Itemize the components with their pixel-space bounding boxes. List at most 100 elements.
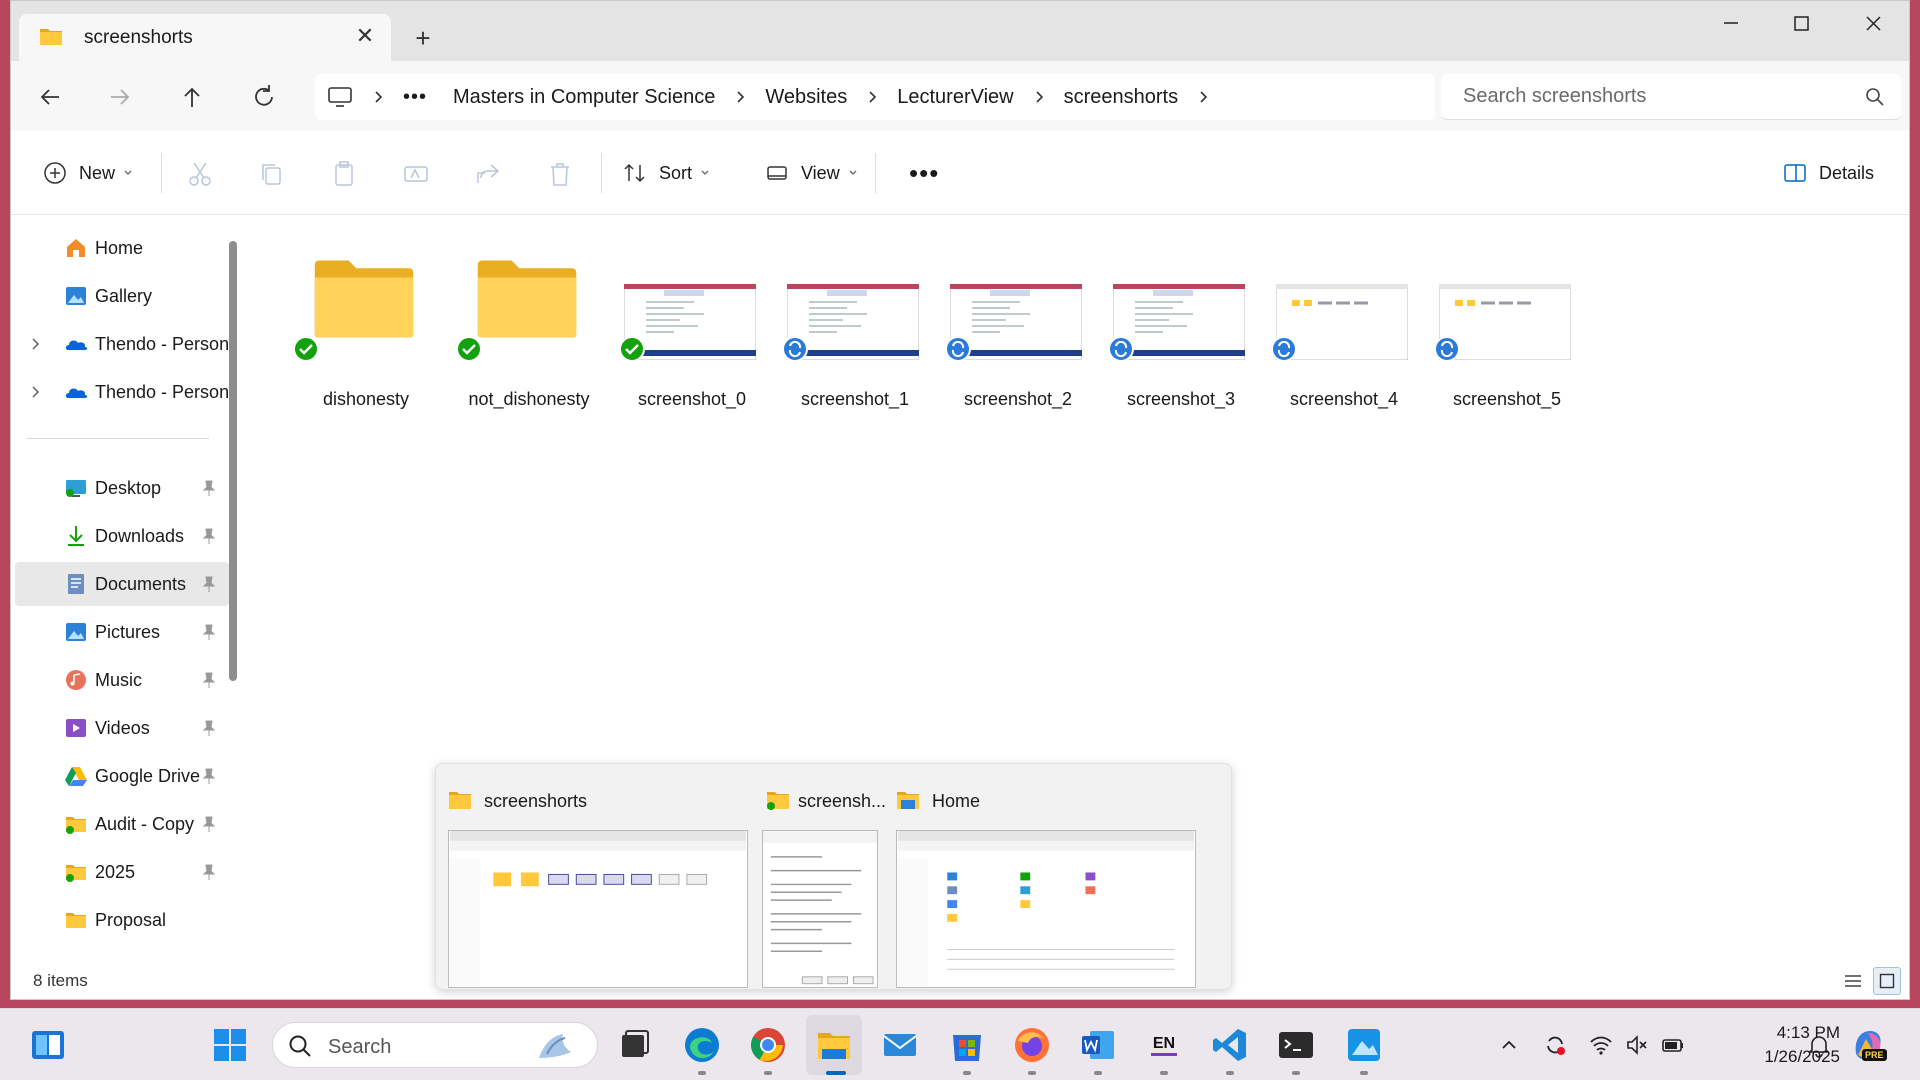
nav-item-2025[interactable]: 2025 — [15, 850, 229, 894]
nav-item-onedrive-1[interactable]: Thendo - Person — [15, 322, 229, 366]
preview-window-screenshorts[interactable]: screenshorts — [436, 774, 754, 988]
battery-icon[interactable] — [1660, 1032, 1686, 1058]
breadcrumb-masters[interactable]: Masters in Computer Science — [453, 86, 715, 109]
maximize-button[interactable] — [1781, 9, 1821, 39]
chrome-icon[interactable] — [746, 1023, 790, 1067]
pin-icon[interactable] — [201, 719, 217, 737]
pin-icon[interactable] — [201, 815, 217, 833]
up-button[interactable] — [175, 80, 209, 114]
divider — [601, 153, 602, 193]
nav-item-downloads[interactable]: Downloads — [15, 514, 229, 558]
details-button[interactable]: Details — [1781, 151, 1874, 195]
active-indicator — [826, 1071, 846, 1075]
close-window-button[interactable] — [1853, 9, 1893, 39]
wifi-icon[interactable] — [1588, 1032, 1614, 1058]
search-icon[interactable] — [1865, 87, 1885, 107]
nav-item-proposal[interactable]: Proposal — [15, 898, 229, 942]
image-file-item[interactable]: screenshot_5 — [1427, 236, 1577, 409]
preview-window-properties[interactable]: screensh... — [758, 774, 886, 988]
notification-bell-icon[interactable] — [1806, 1032, 1832, 1058]
chevron-right-icon[interactable] — [29, 385, 41, 399]
taskbar-search[interactable]: Search — [272, 1022, 598, 1068]
image-file-item[interactable]: screenshot_3 — [1101, 236, 1251, 409]
nav-item-home[interactable]: Home — [15, 226, 229, 270]
pin-icon[interactable] — [201, 767, 217, 785]
terminal-icon[interactable] — [1274, 1023, 1318, 1067]
folder-item[interactable]: dishonesty — [286, 236, 436, 409]
photos-icon[interactable] — [1342, 1023, 1386, 1067]
pin-icon[interactable] — [201, 863, 217, 881]
large-icons-view-icon[interactable] — [1873, 967, 1901, 995]
task-view-icon[interactable] — [612, 1023, 656, 1067]
chevron-right-icon[interactable] — [371, 90, 385, 104]
copy-icon[interactable] — [257, 159, 287, 189]
nav-item-gallery[interactable]: Gallery — [15, 274, 229, 318]
language-app-icon[interactable]: EN — [1142, 1023, 1186, 1067]
preview-window-home[interactable]: Home — [884, 774, 1230, 988]
microsoft-store-icon[interactable] — [945, 1023, 989, 1067]
copilot-icon[interactable]: PRE — [1848, 1025, 1888, 1065]
nav-item-onedrive-2[interactable]: Thendo - Person — [15, 370, 229, 414]
vscode-icon[interactable] — [1208, 1023, 1252, 1067]
file-name: screenshot_3 — [1126, 389, 1236, 409]
nav-item-audit-copy[interactable]: Audit - Copy — [15, 802, 229, 846]
search-input[interactable] — [1441, 74, 1901, 118]
tab-screenshorts[interactable]: screenshorts ✕ — [19, 14, 391, 61]
folder-item[interactable]: not_dishonesty — [449, 236, 599, 409]
image-file-item[interactable]: screenshot_0 — [612, 236, 762, 409]
start-icon[interactable] — [208, 1023, 252, 1067]
more-crumbs-icon[interactable]: ••• — [403, 86, 427, 109]
documents-icon — [68, 574, 84, 594]
chevron-right-icon[interactable] — [29, 337, 41, 351]
share-icon[interactable] — [473, 159, 503, 189]
view-button[interactable]: View — [763, 151, 858, 195]
nav-item-pictures[interactable]: Pictures — [15, 610, 229, 654]
paste-icon[interactable] — [329, 159, 359, 189]
pin-icon[interactable] — [201, 671, 217, 689]
word-icon[interactable] — [1076, 1023, 1120, 1067]
more-options-icon[interactable]: ••• — [909, 151, 939, 195]
image-file-item[interactable]: screenshot_2 — [938, 236, 1088, 409]
this-pc-icon[interactable] — [327, 86, 353, 108]
image-file-item[interactable]: screenshot_4 — [1264, 236, 1414, 409]
chevron-right-icon[interactable] — [865, 90, 879, 104]
cut-icon[interactable] — [185, 159, 215, 189]
minimize-button[interactable] — [1711, 9, 1751, 39]
sync-icon[interactable] — [1542, 1032, 1568, 1058]
file-explorer-icon[interactable] — [812, 1023, 856, 1067]
nav-item-google-drive[interactable]: Google Drive — [15, 754, 229, 798]
nav-scrollbar[interactable] — [229, 241, 237, 681]
edge-icon[interactable] — [680, 1023, 724, 1067]
rename-icon[interactable] — [401, 159, 431, 189]
nav-item-desktop[interactable]: Desktop — [15, 466, 229, 510]
speaker-muted-icon[interactable] — [1624, 1032, 1650, 1058]
details-view-icon[interactable] — [1839, 967, 1867, 995]
back-button[interactable] — [33, 80, 67, 114]
new-tab-button[interactable]: + — [408, 23, 438, 53]
pin-icon[interactable] — [201, 479, 217, 497]
pin-icon[interactable] — [201, 575, 217, 593]
nav-item-documents[interactable]: Documents — [15, 562, 229, 606]
nav-item-videos[interactable]: Videos — [15, 706, 229, 750]
chevron-up-icon[interactable] — [1496, 1032, 1522, 1058]
pin-icon[interactable] — [201, 527, 217, 545]
mail-icon[interactable] — [878, 1023, 922, 1067]
chevron-right-icon[interactable] — [1196, 90, 1210, 104]
breadcrumb-lecturerview[interactable]: LecturerView — [897, 86, 1013, 109]
new-button[interactable]: New — [41, 151, 133, 195]
firefox-icon[interactable] — [1010, 1023, 1054, 1067]
chevron-right-icon[interactable] — [1032, 90, 1046, 104]
close-tab-icon[interactable]: ✕ — [353, 24, 377, 48]
forward-button[interactable] — [103, 80, 137, 114]
sort-button[interactable]: Sort — [621, 151, 710, 195]
nav-item-music[interactable]: Music — [15, 658, 229, 702]
chevron-right-icon[interactable] — [733, 90, 747, 104]
breadcrumb-websites[interactable]: Websites — [765, 86, 847, 109]
breadcrumb-screenshorts[interactable]: screenshorts — [1064, 86, 1179, 109]
image-file-item[interactable]: screenshot_1 — [775, 236, 925, 409]
widgets-icon[interactable] — [26, 1023, 70, 1067]
address-bar[interactable]: ••• Masters in Computer Science Websites… — [315, 74, 1435, 120]
refresh-button[interactable] — [247, 80, 281, 114]
pin-icon[interactable] — [201, 623, 217, 641]
delete-icon[interactable] — [545, 159, 575, 189]
